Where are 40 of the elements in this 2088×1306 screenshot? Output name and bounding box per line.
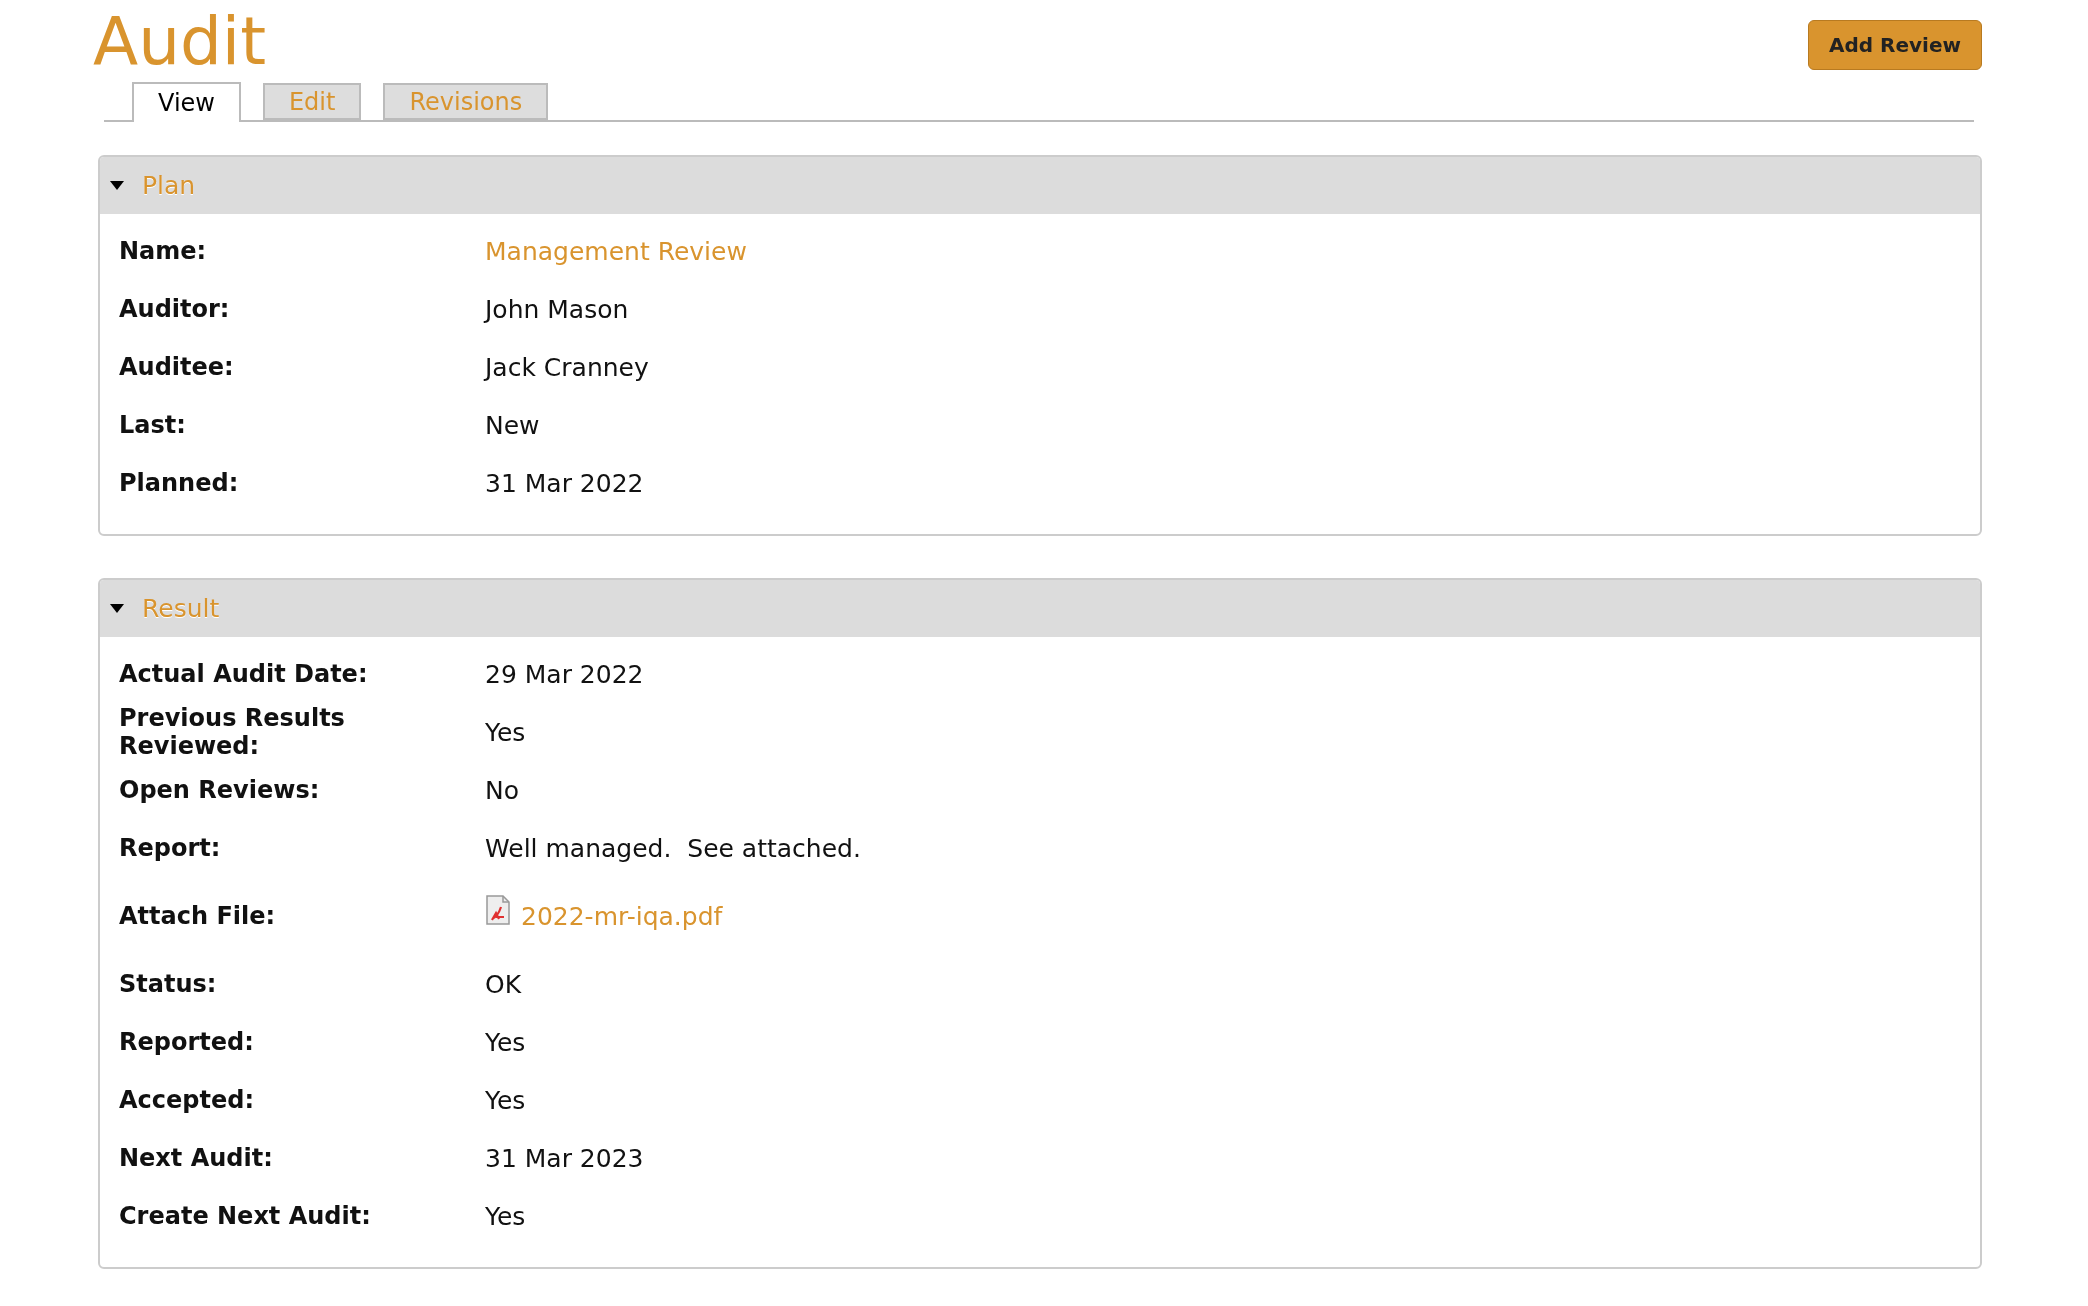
field-label: Reported: bbox=[119, 1028, 255, 1056]
tab[interactable]: Edit bbox=[262, 83, 362, 120]
field-value: Well managed. See attached. bbox=[485, 833, 862, 863]
field-value: John Mason bbox=[485, 294, 630, 324]
field-label: Report: bbox=[119, 834, 222, 862]
field-label: Status: bbox=[119, 970, 218, 998]
field-value: 31 Mar 2023 bbox=[485, 1143, 645, 1173]
field-label: Planned: bbox=[119, 469, 240, 497]
field-value: 31 Mar 2022 bbox=[485, 468, 645, 498]
field-value: Yes bbox=[485, 717, 527, 747]
link[interactable]: Management Review bbox=[485, 236, 1980, 266]
file-link[interactable]: 2022-mr-iqa.pdf bbox=[521, 901, 723, 931]
field-value: Yes bbox=[485, 1085, 527, 1115]
pdf-file-icon bbox=[485, 895, 511, 925]
field-value: 29 Mar 2022 bbox=[485, 659, 645, 689]
page-title: Audit bbox=[93, 2, 267, 82]
field-value: OK bbox=[485, 969, 523, 999]
field-value: Yes bbox=[485, 1027, 527, 1057]
tab[interactable]: Revisions bbox=[383, 83, 549, 120]
field-label: Attach File: bbox=[119, 902, 277, 930]
field-value: No bbox=[485, 775, 520, 805]
field-label: Last: bbox=[119, 411, 187, 439]
tab[interactable]: View bbox=[132, 82, 241, 122]
add-review-button[interactable]: Add Review bbox=[1808, 20, 1982, 70]
field-value: New bbox=[485, 410, 541, 440]
field-label: Auditee: bbox=[119, 353, 235, 381]
section-header[interactable]: Plan bbox=[100, 157, 1980, 214]
field-value: Yes bbox=[485, 1201, 527, 1231]
section-header[interactable]: Result bbox=[100, 580, 1980, 637]
field-label: Name: bbox=[119, 237, 208, 265]
field-label: Auditor: bbox=[119, 295, 231, 323]
section-title: Plan bbox=[142, 171, 196, 200]
field-label: Previous Results Reviewed: bbox=[119, 704, 346, 760]
section-title: Result bbox=[142, 594, 220, 623]
field-label: Create Next Audit: bbox=[119, 1202, 372, 1230]
field-label: Actual Audit Date: bbox=[119, 660, 369, 688]
field-label: Accepted: bbox=[119, 1086, 255, 1114]
field-label: Next Audit: bbox=[119, 1144, 274, 1172]
field-value: Jack Cranney bbox=[485, 352, 650, 382]
field-label: Open Reviews: bbox=[119, 776, 321, 804]
